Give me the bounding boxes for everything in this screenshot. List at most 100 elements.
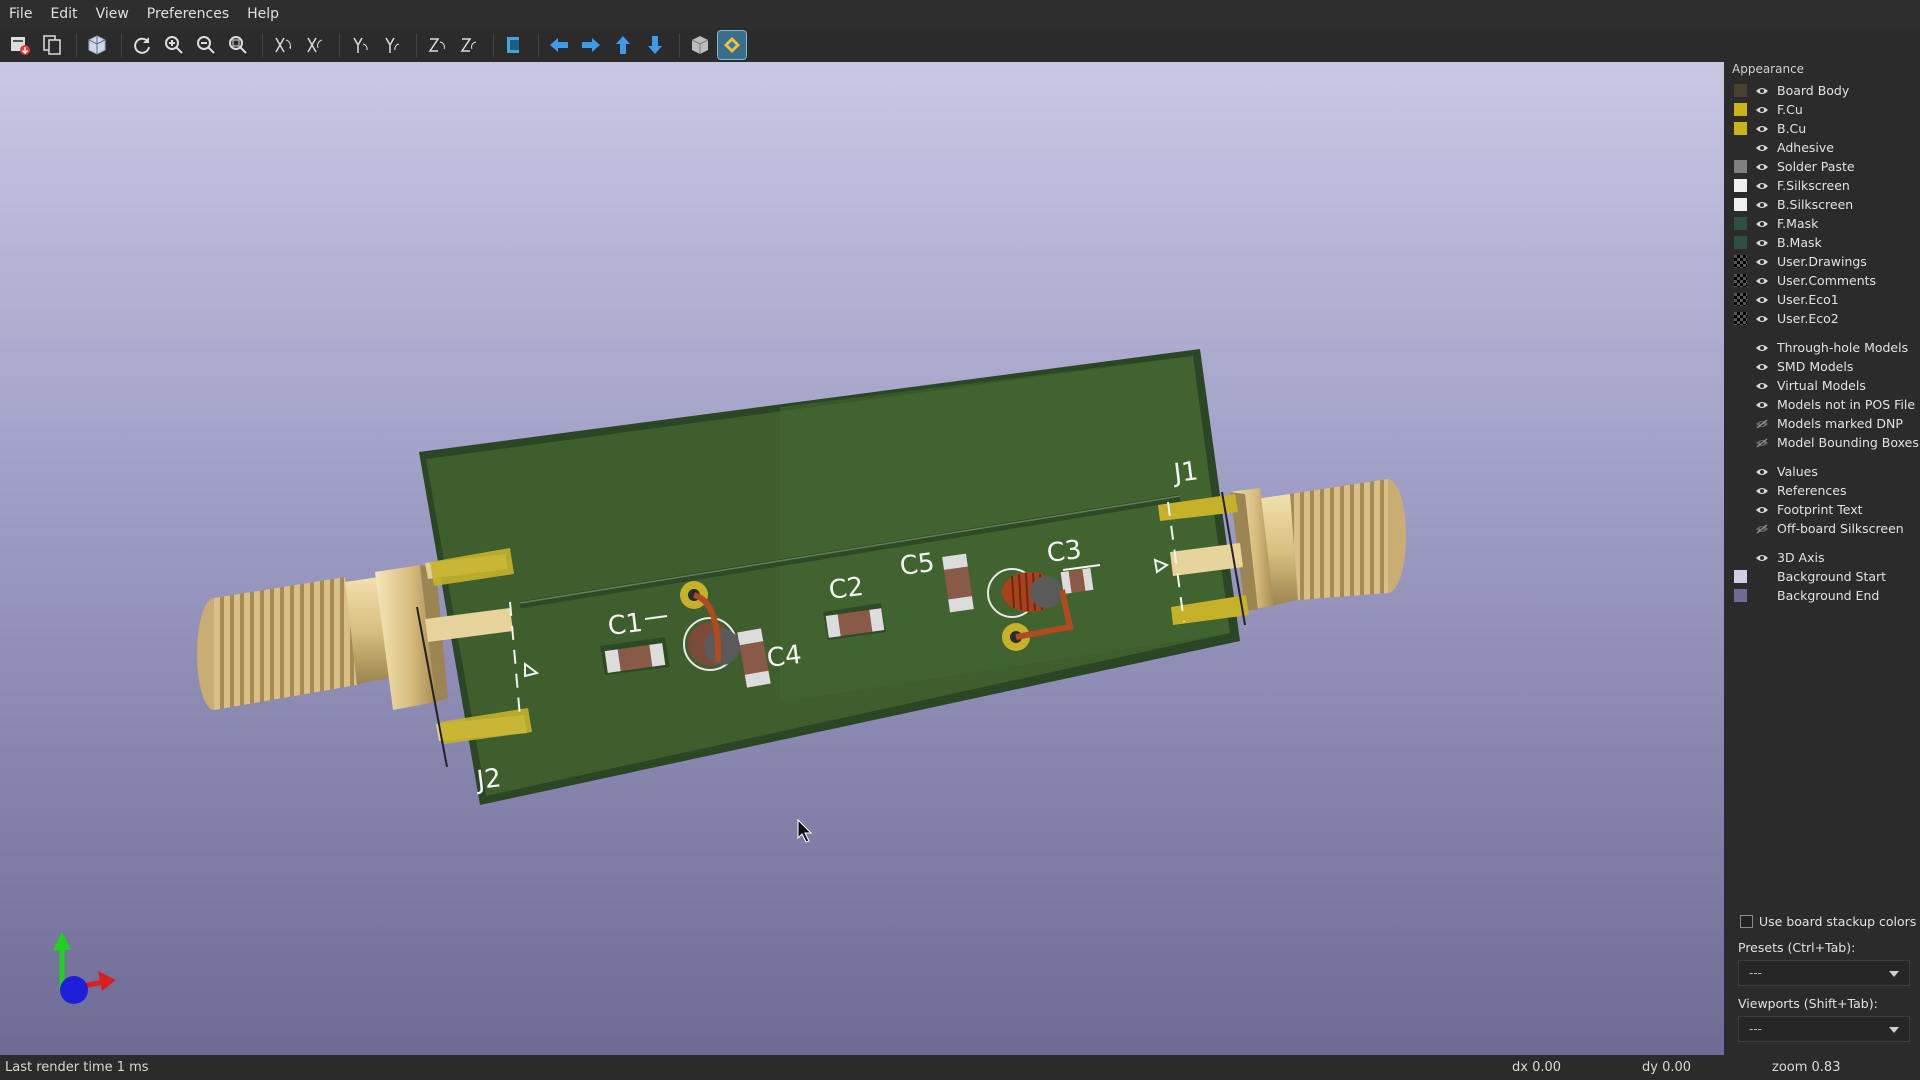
eye-icon[interactable] (1755, 381, 1777, 391)
color-swatch[interactable] (1734, 122, 1747, 135)
eye-icon[interactable] (1755, 219, 1777, 229)
eye-hidden-icon[interactable] (1755, 419, 1777, 429)
rotate-x-ccw-button[interactable] (301, 31, 329, 59)
layer-row[interactable]: Footprint Text (1734, 500, 1863, 519)
eye-icon[interactable] (1755, 314, 1777, 324)
move-down-button[interactable] (641, 31, 669, 59)
layer-row[interactable]: SMD Models (1734, 357, 1853, 376)
color-swatch[interactable] (1734, 293, 1747, 306)
eye-icon[interactable] (1755, 105, 1777, 115)
layer-row[interactable]: F.Cu (1734, 100, 1803, 119)
ref-c1: C1 (606, 608, 644, 642)
layer-row[interactable]: References (1734, 481, 1846, 500)
eye-icon[interactable] (1755, 143, 1777, 153)
eye-icon[interactable] (1755, 400, 1777, 410)
rotate-y-ccw-button[interactable] (378, 31, 406, 59)
menu-file[interactable]: File (0, 0, 41, 28)
menu-view[interactable]: View (87, 0, 138, 28)
layer-row[interactable]: B.Silkscreen (1734, 195, 1853, 214)
color-swatch[interactable] (1734, 312, 1747, 325)
rotate-z-ccw-button[interactable] (455, 31, 483, 59)
color-swatch[interactable] (1734, 141, 1747, 154)
eye-icon[interactable] (1755, 276, 1777, 286)
layer-row[interactable]: Board Body (1734, 81, 1849, 100)
eye-icon[interactable] (1755, 86, 1777, 96)
orthographic-button[interactable] (686, 31, 714, 59)
layer-row[interactable]: User.Drawings (1734, 252, 1867, 271)
layer-row[interactable]: Background Start (1734, 567, 1886, 586)
eye-icon[interactable] (1755, 343, 1777, 353)
eye-icon[interactable] (1755, 200, 1777, 210)
eye-icon[interactable] (1755, 124, 1777, 134)
eye-icon[interactable] (1755, 486, 1777, 496)
eye-icon[interactable] (1755, 162, 1777, 172)
eye-hidden-icon[interactable] (1755, 438, 1777, 448)
layer-row[interactable]: User.Eco2 (1734, 309, 1839, 328)
menu-help[interactable]: Help (238, 0, 288, 28)
move-up-button[interactable] (609, 31, 637, 59)
layer-row[interactable]: Background End (1734, 586, 1879, 605)
move-right-button[interactable] (577, 31, 605, 59)
color-swatch[interactable] (1734, 103, 1747, 116)
menu-edit[interactable]: Edit (41, 0, 86, 28)
layer-row[interactable]: Solder Paste (1734, 157, 1855, 176)
color-swatch[interactable] (1734, 274, 1747, 287)
layer-row[interactable]: B.Mask (1734, 233, 1822, 252)
3d-viewport[interactable]: J1 J2 C1 C2 C3 C4 C5 (0, 62, 1724, 1055)
copy-clipboard-button[interactable] (38, 31, 66, 59)
color-swatch[interactable] (1734, 84, 1747, 97)
raytrace-button[interactable] (83, 31, 111, 59)
toolbar (0, 28, 1920, 62)
layer-row[interactable]: User.Comments (1734, 271, 1876, 290)
color-swatch[interactable] (1734, 217, 1747, 230)
layer-row[interactable]: Through-hole Models (1734, 338, 1908, 357)
layer-row[interactable]: Model Bounding Boxes (1734, 433, 1919, 452)
color-swatch[interactable] (1734, 179, 1747, 192)
eye-icon[interactable] (1755, 467, 1777, 477)
zoom-out-button[interactable] (192, 31, 220, 59)
rotate-x-cw-button[interactable] (269, 31, 297, 59)
flip-board-button[interactable] (500, 31, 528, 59)
layer-row[interactable]: F.Silkscreen (1734, 176, 1850, 195)
eye-icon[interactable] (1755, 295, 1777, 305)
color-swatch[interactable] (1734, 255, 1747, 268)
reload-button[interactable] (128, 31, 156, 59)
layer-row[interactable]: B.Cu (1734, 119, 1806, 138)
use-stackup-colors-row[interactable]: Use board stackup colors (1740, 914, 1916, 929)
eye-icon[interactable] (1755, 238, 1777, 248)
color-swatch (1734, 379, 1747, 392)
use-stackup-colors-checkbox[interactable] (1740, 915, 1753, 928)
presets-dropdown[interactable]: --- (1738, 960, 1910, 986)
layer-row[interactable]: Virtual Models (1734, 376, 1866, 395)
layer-row[interactable]: Values (1734, 462, 1818, 481)
layer-row[interactable]: Adhesive (1734, 138, 1834, 157)
layer-row[interactable]: Models marked DNP (1734, 414, 1903, 433)
layer-row[interactable]: 3D Axis (1734, 548, 1825, 567)
zoom-fit-button[interactable] (224, 31, 252, 59)
eye-hidden-icon[interactable] (1755, 524, 1777, 534)
export-image-button[interactable] (6, 31, 34, 59)
menu-preferences[interactable]: Preferences (138, 0, 238, 28)
layer-label: 3D Axis (1777, 550, 1825, 565)
color-swatch[interactable] (1734, 160, 1747, 173)
move-left-button[interactable] (545, 31, 573, 59)
zoom-in-button[interactable] (160, 31, 188, 59)
eye-icon[interactable] (1755, 181, 1777, 191)
eye-icon[interactable] (1755, 257, 1777, 267)
color-swatch[interactable] (1734, 236, 1747, 249)
viewports-dropdown[interactable]: --- (1738, 1016, 1910, 1042)
mouse-cursor (797, 818, 813, 843)
layer-row[interactable]: Models not in POS File (1734, 395, 1915, 414)
eye-icon[interactable] (1755, 362, 1777, 372)
rotate-z-cw-button[interactable] (423, 31, 451, 59)
toggle-layers-manager-button[interactable] (717, 30, 747, 60)
layer-row[interactable]: F.Mask (1734, 214, 1818, 233)
eye-icon[interactable] (1755, 553, 1777, 563)
color-swatch[interactable] (1734, 198, 1747, 211)
layer-row[interactable]: User.Eco1 (1734, 290, 1839, 309)
rotate-y-cw-button[interactable] (346, 31, 374, 59)
eye-icon[interactable] (1755, 505, 1777, 515)
layer-label: Through-hole Models (1777, 340, 1909, 355)
layer-row[interactable]: Off-board Silkscreen (1734, 519, 1904, 538)
arrow-left-icon (550, 38, 568, 52)
